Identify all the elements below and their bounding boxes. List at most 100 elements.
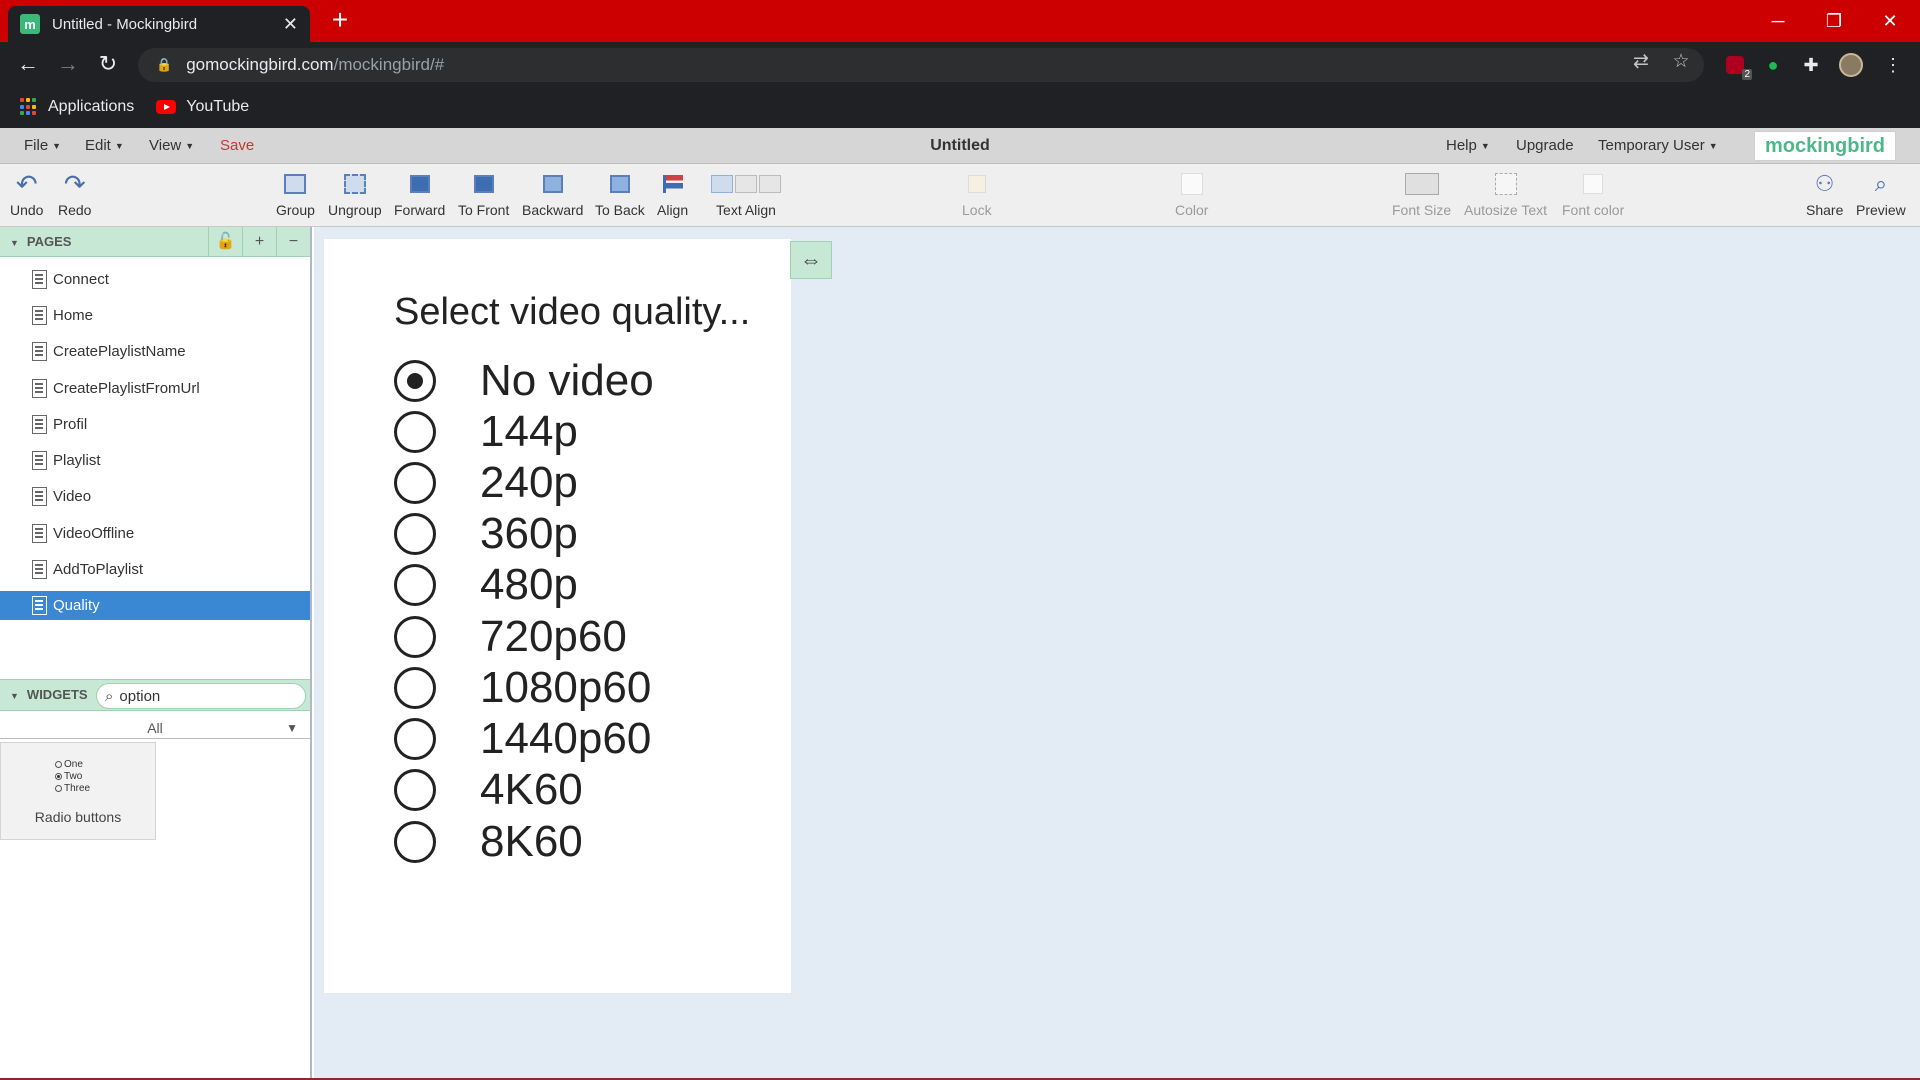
bookmark-youtube[interactable]: YouTube: [156, 98, 249, 116]
translate-icon[interactable]: ⇄: [1626, 50, 1656, 73]
radio-circle-icon[interactable]: [394, 667, 436, 709]
radio-selected-icon[interactable]: [394, 360, 436, 402]
quality-option-label: 360p: [480, 509, 578, 558]
ublock-extension-icon[interactable]: 2: [1720, 50, 1752, 80]
group-button[interactable]: Group: [276, 170, 315, 226]
radio-circle-icon[interactable]: [394, 513, 436, 555]
to-front-button[interactable]: To Front: [458, 170, 509, 226]
remove-page-button[interactable]: −: [276, 227, 310, 257]
menu-view[interactable]: View ▼: [149, 128, 194, 164]
caret-down-icon: ▼: [1480, 141, 1490, 152]
artboard-resize-handle[interactable]: ⇔: [790, 241, 832, 279]
radio-circle-icon[interactable]: [394, 821, 436, 863]
font-color-button[interactable]: Font color: [1562, 170, 1624, 226]
lock-button[interactable]: Lock: [962, 170, 992, 226]
page-item-connect[interactable]: Connect: [0, 265, 310, 294]
address-bar[interactable]: 🔒 gomockingbird.com/mockingbird/#: [138, 48, 1704, 82]
menu-help[interactable]: Help ▼: [1446, 128, 1490, 164]
page-item-createplaylistname[interactable]: CreatePlaylistName: [0, 337, 310, 366]
chrome-menu-icon[interactable]: ⋮: [1878, 50, 1908, 80]
forward-arrow-icon[interactable]: →: [54, 50, 82, 78]
quality-option[interactable]: 480p: [394, 559, 578, 611]
text-align-button[interactable]: Text Align: [710, 170, 782, 226]
widgets-header-label[interactable]: ▼ WIDGETS: [10, 680, 88, 711]
quality-option[interactable]: No video: [394, 355, 654, 407]
profile-avatar[interactable]: [1836, 50, 1866, 80]
bookmark-star-icon[interactable]: ☆: [1666, 50, 1696, 73]
page-item-playlist[interactable]: Playlist: [0, 446, 310, 475]
color-button[interactable]: Color: [1175, 170, 1208, 226]
widget-search-input[interactable]: ⌕ option: [96, 683, 306, 709]
chat-extension-icon[interactable]: ●: [1758, 50, 1788, 80]
radio-circle-icon[interactable]: [394, 718, 436, 760]
redo-button[interactable]: ↷ Redo: [58, 169, 91, 226]
toolbar-label: Preview: [1856, 202, 1906, 218]
close-window-icon[interactable]: ✕: [1862, 0, 1918, 42]
page-item-createplaylistfromurl[interactable]: CreatePlaylistFromUrl: [0, 374, 310, 403]
widget-radio-buttons[interactable]: One Two Three Radio buttons: [0, 742, 156, 840]
quality-heading[interactable]: Select video quality...: [394, 291, 750, 334]
page-item-videooffline[interactable]: VideoOffline: [0, 519, 310, 548]
tab-close-icon[interactable]: ✕: [283, 14, 298, 35]
save-button[interactable]: Save: [220, 128, 254, 164]
quality-option[interactable]: 8K60: [394, 816, 583, 868]
quality-option[interactable]: 1440p60: [394, 713, 651, 765]
radio-circle-icon[interactable]: [394, 462, 436, 504]
quality-option[interactable]: 720p60: [394, 611, 627, 663]
browser-tab[interactable]: m Untitled - Mockingbird ✕: [8, 6, 310, 42]
widget-search-value: option: [119, 687, 161, 705]
widget-filter-value: All: [147, 720, 163, 736]
design-canvas[interactable]: Select video quality... No video 144p 24…: [314, 227, 1920, 1080]
quality-option-label: 1440p60: [480, 714, 652, 763]
menu-file[interactable]: File ▼: [24, 128, 61, 164]
radio-circle-icon[interactable]: [394, 564, 436, 606]
reload-icon[interactable]: ↻: [94, 50, 122, 78]
page-item-video[interactable]: Video: [0, 482, 310, 511]
autosize-text-icon: [1492, 170, 1520, 198]
tab-title: Untitled - Mockingbird: [52, 15, 198, 33]
ungroup-button[interactable]: Ungroup: [328, 170, 382, 226]
back-arrow-icon[interactable]: ←: [14, 50, 42, 78]
forward-button[interactable]: Forward: [394, 170, 445, 226]
quality-option[interactable]: 240p: [394, 457, 578, 509]
unlock-icon[interactable]: 🔓: [208, 227, 242, 257]
quality-option[interactable]: 360p: [394, 508, 578, 560]
left-panel: ▼ PAGES 🔓 + − Connect Home CreatePlaylist…: [0, 227, 312, 1080]
to-back-button[interactable]: To Back: [595, 170, 645, 226]
quality-option[interactable]: 4K60: [394, 764, 583, 816]
font-size-button[interactable]: Font Size: [1392, 170, 1451, 226]
radio-circle-icon[interactable]: [394, 769, 436, 811]
mockingbird-logo: mockingbird: [1753, 131, 1896, 161]
puzzle-extensions-icon[interactable]: ✚: [1796, 50, 1826, 80]
add-page-button[interactable]: +: [242, 227, 276, 257]
toolbar-label: Share: [1806, 202, 1844, 218]
radio-circle-icon[interactable]: [394, 616, 436, 658]
toolbar-label: To Back: [595, 202, 645, 218]
page-item-profil[interactable]: Profil: [0, 410, 310, 439]
autosize-text-button[interactable]: Autosize Text: [1464, 170, 1547, 226]
forward-icon: [406, 170, 434, 198]
quality-option[interactable]: 144p: [394, 406, 578, 458]
menu-user[interactable]: Temporary User ▼: [1598, 128, 1718, 164]
radio-circle-icon[interactable]: [394, 411, 436, 453]
backward-button[interactable]: Backward: [522, 170, 583, 226]
minimize-icon[interactable]: ─: [1750, 0, 1806, 42]
new-tab-button[interactable]: +: [326, 6, 354, 34]
page-item-quality[interactable]: Quality: [0, 591, 310, 620]
menu-edit[interactable]: Edit ▼: [85, 128, 124, 164]
align-button[interactable]: Align: [657, 170, 688, 226]
share-button[interactable]: ⚇ Share: [1806, 170, 1843, 226]
widget-filter-select[interactable]: All ▼: [0, 717, 310, 739]
group-icon: [281, 170, 309, 198]
pages-header-label[interactable]: ▼ PAGES: [10, 227, 71, 258]
page-item-home[interactable]: Home: [0, 301, 310, 330]
undo-button[interactable]: ↶ Undo: [10, 169, 43, 226]
quality-option[interactable]: 1080p60: [394, 662, 651, 714]
artboard-quality[interactable]: Select video quality... No video 144p 24…: [324, 239, 791, 993]
upgrade-link[interactable]: Upgrade: [1516, 128, 1574, 164]
restore-icon[interactable]: ❐: [1806, 0, 1862, 42]
toolbar-label: Autosize Text: [1464, 202, 1548, 218]
page-item-addtoplaylist[interactable]: AddToPlaylist: [0, 555, 310, 584]
preview-button[interactable]: ⌕ Preview: [1856, 170, 1906, 226]
bookmark-applications[interactable]: Applications: [20, 98, 134, 116]
